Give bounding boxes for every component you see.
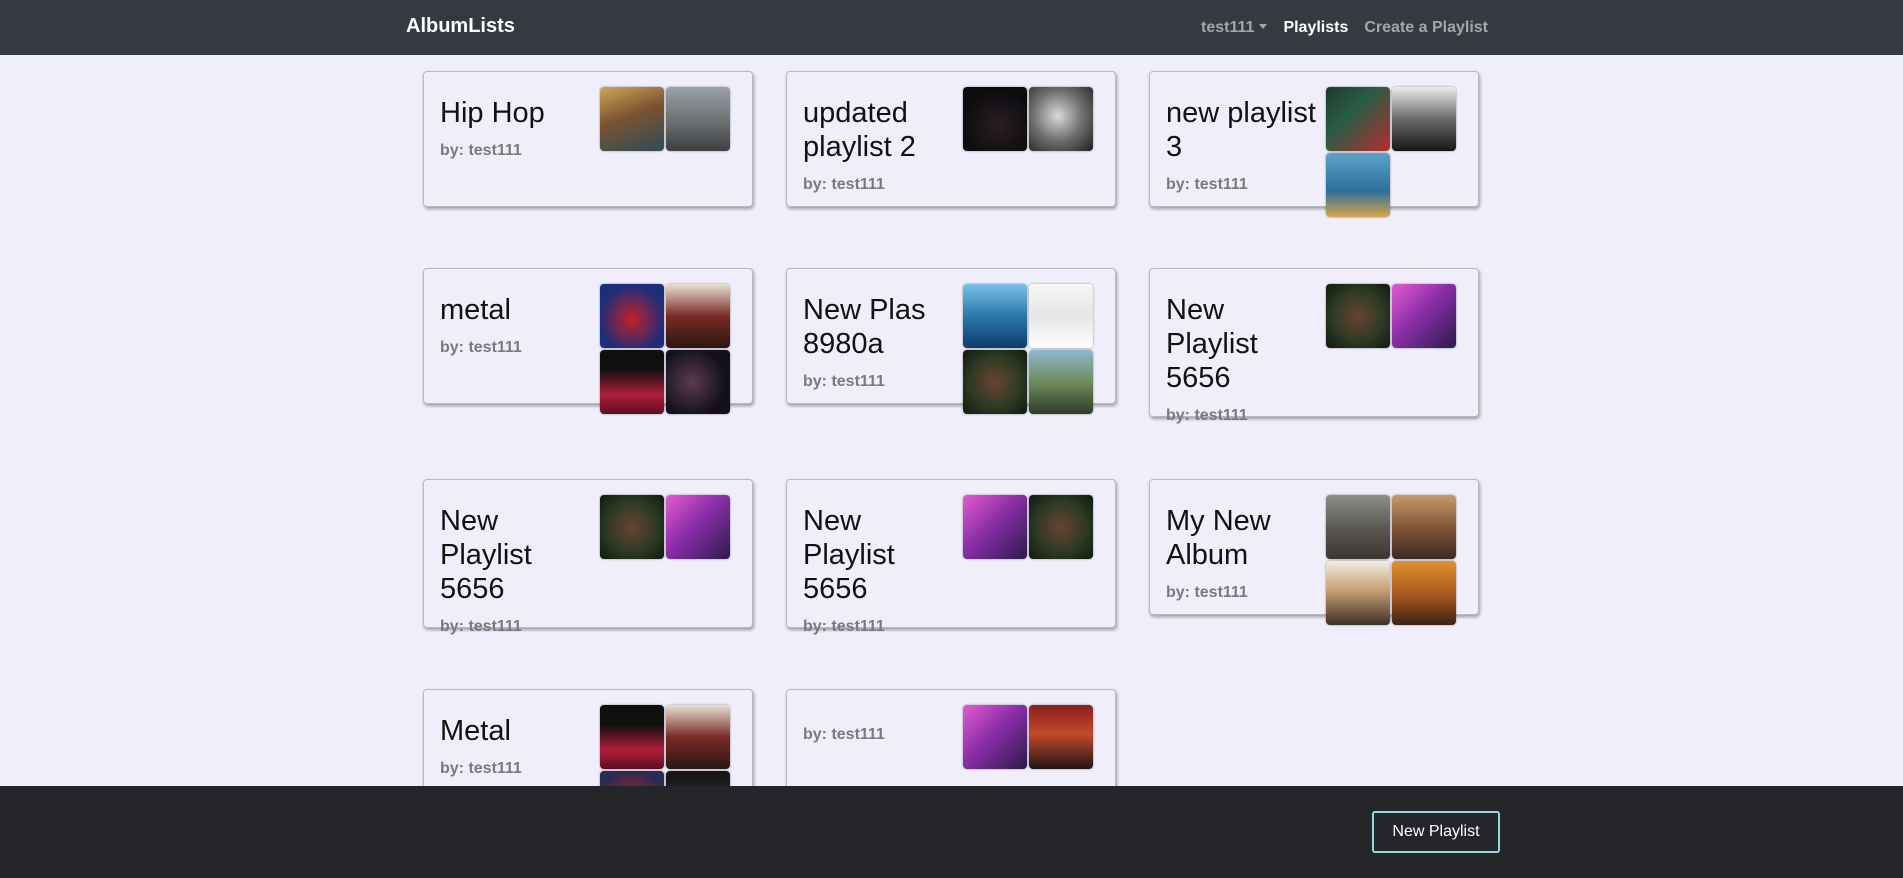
nav-playlists[interactable]: Playlists — [1283, 19, 1348, 37]
playlist-title-wrap: new playlist 3 by: test111 — [1166, 96, 1316, 202]
playlist-card[interactable]: New Plas 8980a by: test111 — [786, 268, 1116, 414]
album-cover — [963, 495, 1027, 559]
album-cover — [1392, 561, 1456, 625]
playlist-author: by: test111 — [1166, 176, 1248, 193]
album-covers — [963, 495, 1093, 559]
caret-down-icon — [1259, 23, 1268, 29]
album-cover — [1326, 561, 1390, 625]
playlist-title: New Playlist 5656 — [1166, 294, 1258, 394]
playlist-title-wrap: Metal by: test111 — [440, 714, 590, 786]
playlist-title: New Playlist 5656 — [440, 505, 532, 605]
playlist-title-wrap: New Playlist 5656 by: test111 — [1166, 293, 1316, 433]
album-cover — [666, 87, 730, 151]
playlist-author: by: test111 — [1166, 584, 1248, 601]
album-cover — [1326, 153, 1390, 217]
playlist-card[interactable]: Hip Hop by: test111 — [423, 71, 753, 207]
playlist-author: by: test111 — [803, 726, 885, 743]
album-cover — [1326, 284, 1390, 348]
playlist-card[interactable]: Metal by: test111 — [423, 689, 753, 786]
album-covers — [600, 87, 730, 151]
playlist-title-wrap: New Playlist 5656 by: test111 — [803, 504, 953, 644]
playlist-title: Hip Hop — [440, 97, 545, 129]
playlist-author: by: test111 — [440, 618, 522, 635]
nav-links: test111 Playlists Create a Playlist — [1201, 0, 1488, 55]
album-cover — [600, 771, 664, 786]
album-cover — [1029, 87, 1093, 151]
album-cover — [963, 87, 1027, 151]
album-cover — [1326, 87, 1390, 151]
playlist-title: New Plas 8980a — [803, 294, 926, 360]
playlist-card[interactable]: updated playlist 2 by: test111 — [786, 71, 1116, 207]
album-cover — [666, 284, 730, 348]
playlist-card[interactable]: My New Album by: test111 — [1149, 479, 1479, 625]
playlist-card[interactable]: New Playlist 5656 by: test111 — [423, 479, 753, 635]
playlist-card[interactable]: New Playlist 5656 by: test111 — [1149, 268, 1479, 424]
album-cover — [1029, 284, 1093, 348]
playlist-title-wrap: metal by: test111 — [440, 293, 590, 365]
playlist-title-wrap: New Playlist 5656 by: test111 — [440, 504, 590, 644]
album-cover — [666, 350, 730, 414]
playlist-author: by: test111 — [440, 760, 522, 777]
new-playlist-button[interactable]: New Playlist — [1372, 811, 1500, 853]
album-cover — [963, 350, 1027, 414]
playlist-title: New Playlist 5656 — [803, 505, 895, 605]
playlist-author: by: test111 — [1166, 407, 1248, 424]
album-cover — [1029, 495, 1093, 559]
album-covers — [1326, 284, 1456, 348]
nav-create-playlist[interactable]: Create a Playlist — [1364, 19, 1488, 37]
playlist-title: updated playlist 2 — [803, 97, 916, 163]
album-cover — [1029, 350, 1093, 414]
album-covers — [600, 495, 730, 559]
album-cover — [1326, 495, 1390, 559]
playlist-author: by: test111 — [803, 618, 885, 635]
playlist-title-wrap: updated playlist 2 by: test111 — [803, 96, 953, 202]
playlist-card[interactable]: by: test111 — [786, 689, 1116, 786]
playlist-title-wrap: New Plas 8980a by: test111 — [803, 293, 953, 399]
top-navbar: AlbumLists test111 Playlists Create a Pl… — [0, 0, 1903, 55]
album-cover — [1392, 495, 1456, 559]
brand-logo[interactable]: AlbumLists — [406, 15, 515, 38]
playlist-title-wrap: My New Album by: test111 — [1166, 504, 1316, 610]
playlist-title: new playlist 3 — [1166, 97, 1316, 163]
playlist-grid: Hip Hop by: test111 updated playlist 2 b… — [0, 55, 1903, 786]
bottom-bar: New Playlist — [0, 786, 1903, 878]
album-cover — [600, 87, 664, 151]
playlist-title: My New Album — [1166, 505, 1271, 571]
user-name: test111 — [1201, 18, 1255, 36]
album-cover — [666, 771, 730, 786]
album-covers — [600, 705, 730, 786]
album-cover — [1029, 705, 1093, 769]
user-dropdown[interactable]: test111 — [1201, 18, 1268, 37]
album-covers — [1326, 87, 1456, 217]
playlist-title-wrap: Hip Hop by: test111 — [440, 96, 590, 168]
album-cover — [600, 284, 664, 348]
playlist-title: metal — [440, 294, 511, 326]
playlist-card[interactable]: metal by: test111 — [423, 268, 753, 414]
playlist-author: by: test111 — [440, 339, 522, 356]
album-cover — [963, 284, 1027, 348]
album-covers — [963, 705, 1093, 769]
playlist-title: Metal — [440, 715, 511, 747]
album-cover — [666, 495, 730, 559]
playlist-author: by: test111 — [803, 373, 885, 390]
album-cover — [600, 350, 664, 414]
album-cover — [1392, 284, 1456, 348]
album-cover — [600, 495, 664, 559]
album-covers — [1326, 495, 1456, 625]
album-covers — [963, 87, 1093, 151]
album-cover — [1392, 87, 1456, 151]
playlist-author: by: test111 — [803, 176, 885, 193]
playlist-card[interactable]: new playlist 3 by: test111 — [1149, 71, 1479, 217]
album-cover — [600, 705, 664, 769]
album-cover — [666, 705, 730, 769]
playlist-card[interactable]: New Playlist 5656 by: test111 — [786, 479, 1116, 635]
playlist-title-wrap: by: test111 — [803, 714, 953, 752]
album-cover — [963, 705, 1027, 769]
album-covers — [963, 284, 1093, 414]
playlist-author: by: test111 — [440, 142, 522, 159]
album-covers — [600, 284, 730, 414]
